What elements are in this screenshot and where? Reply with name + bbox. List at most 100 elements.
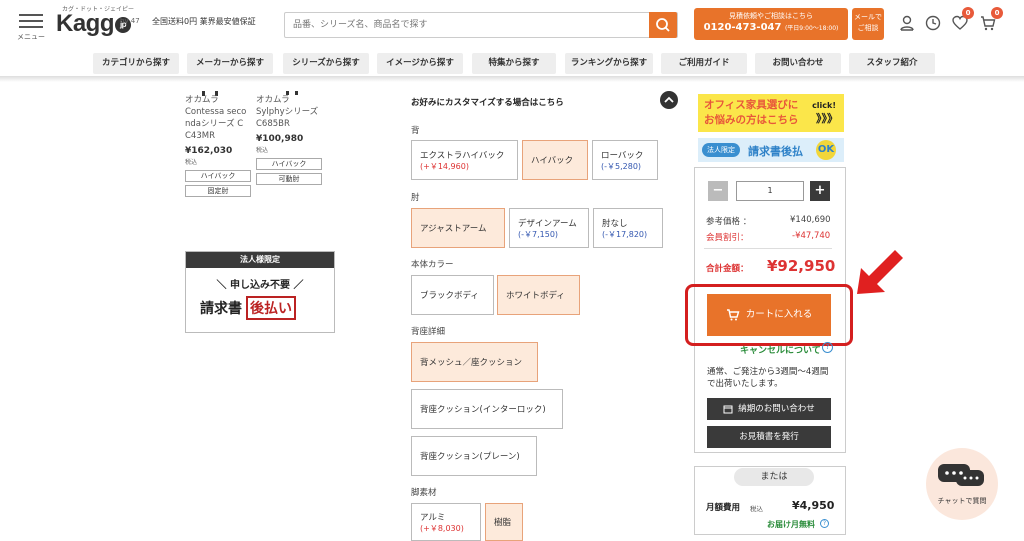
quantity-input[interactable]: 1	[736, 181, 804, 201]
nav-item-maker[interactable]: メーカーから探す	[187, 53, 273, 74]
discount-label: 会員割引：	[706, 233, 749, 243]
delivery-inquiry-button[interactable]: 納期のお問い合わせ	[707, 398, 831, 420]
option-name: 背座クッション(プレーン)	[420, 452, 520, 462]
site-header: メニュー カグ・ドット・ジェイピー Kagg jp by 47 全国送料0円 業界…	[0, 0, 1024, 48]
qty-minus-button[interactable]: −	[708, 181, 728, 201]
option-name: 背座クッション(インターロック)	[420, 405, 546, 415]
corporate-invoice-banner[interactable]: 法人様限定 ＼ 申し込み不要 ／ 請求書 後払い	[185, 251, 335, 333]
option-section-label: 肘	[411, 193, 420, 203]
ref-price-label: 参考価格 ：	[706, 217, 752, 227]
search-bar	[284, 12, 678, 38]
header-promo: 全国送料0円 業界最安値保証	[152, 17, 256, 26]
banner-text: 請求書	[200, 301, 242, 317]
issue-quote-button[interactable]: お見積書を発行	[707, 426, 831, 448]
option-cushion-plain[interactable]: 背座クッション(プレーン)	[411, 436, 537, 476]
nav-item-feature[interactable]: 特集から探す	[472, 53, 556, 74]
option-mesh-cushion[interactable]: 背メッシュ／座クッション	[411, 342, 538, 382]
add-to-cart-label: カートに入れる	[745, 309, 813, 320]
monthly-label: 月額費用	[706, 503, 741, 513]
cancel-policy-link[interactable]: キャンセルについて	[740, 343, 821, 356]
tel-number: 0120-473-047	[703, 22, 782, 33]
option-resin-leg[interactable]: 樹脂	[485, 503, 523, 541]
monthly-note: お届け月無料	[767, 520, 815, 529]
delivery-inquiry-label: 納期のお問い合わせ	[738, 404, 815, 414]
invoice-payment-banner[interactable]: 法人限定 請求書後払 OK	[698, 138, 844, 162]
option-black-body[interactable]: ブラックボディ	[411, 275, 494, 315]
option-aluminum-leg[interactable]: アルミ (+￥8,030)	[411, 503, 481, 541]
mail-consult-button[interactable]: メールで ご相談	[852, 8, 884, 40]
option-name: アジャストアーム	[420, 224, 487, 234]
option-section-label: 背座詳細	[411, 327, 446, 337]
nav-item-category[interactable]: カテゴリから探す	[93, 53, 179, 74]
invoice-ok-badge: OK	[816, 140, 836, 160]
product-tax: 税込	[185, 159, 198, 166]
chat-bubble-icon	[938, 464, 984, 486]
cart-icon	[726, 308, 740, 320]
option-high-back[interactable]: ハイバック	[522, 140, 588, 180]
option-adjust-arm[interactable]: アジャストアーム	[411, 208, 505, 248]
option-no-arm[interactable]: 肘なし (-￥17,820)	[593, 208, 663, 248]
nav-shadow	[0, 76, 1024, 82]
info-icon[interactable]: ?	[822, 342, 833, 353]
option-design-arm[interactable]: デザインアーム (-￥7,150)	[509, 208, 589, 248]
option-name: ローバック	[601, 150, 644, 161]
nav-item-series[interactable]: シリーズから探す	[283, 53, 369, 74]
product-card[interactable]: オカムラ Contessa seco ndaシリーズ C C43MR ¥162,…	[185, 94, 251, 169]
nav-item-ranking[interactable]: ランキングから探す	[565, 53, 653, 74]
nav-item-image[interactable]: イメージから探す	[377, 53, 463, 74]
search-input[interactable]	[293, 13, 643, 37]
user-icon[interactable]	[898, 14, 916, 32]
phone-contact-button[interactable]: 見積依頼やご相談はこちら 0120-473-047 (平日9:00〜18:00)	[694, 8, 848, 40]
favorite-count-badge: 0	[962, 7, 974, 19]
product-name: Sylphyシリーズ	[256, 107, 319, 117]
product-price: ¥100,980	[256, 134, 304, 144]
product-maker: オカムラ	[185, 95, 219, 105]
menu-button[interactable]: メニュー	[16, 12, 46, 41]
discount-value: -¥47,740	[792, 231, 831, 241]
nav-item-guide[interactable]: ご利用ガイド	[661, 53, 747, 74]
option-name: ブラックボディ	[420, 291, 479, 301]
tel-caption: 見積依頼やご相談はこちら	[729, 12, 813, 20]
office-banner-line2: お悩みの方はこちら	[704, 114, 799, 126]
search-button[interactable]	[649, 12, 677, 38]
product-tag: 固定肘	[185, 185, 251, 197]
pointer-arrow-icon	[857, 250, 903, 294]
product-name: C43MR	[185, 131, 215, 141]
option-name: ハイバック	[531, 156, 574, 166]
option-low-back[interactable]: ローバック (-￥5,280)	[592, 140, 658, 180]
option-name: エクストラハイバック	[420, 150, 505, 161]
qty-plus-button[interactable]: +	[810, 181, 830, 201]
option-price-diff: (-￥5,280)	[601, 161, 642, 171]
product-card[interactable]: オカムラ Sylphyシリーズ C685BR ¥100,980 税込	[256, 94, 328, 157]
option-name: デザインアーム	[518, 218, 577, 229]
history-icon[interactable]	[924, 14, 942, 32]
option-price-diff: (+￥8,030)	[420, 523, 464, 533]
chat-button[interactable]: チャットで質問	[926, 448, 998, 520]
add-to-cart-button[interactable]: カートに入れる	[707, 294, 831, 336]
option-white-body[interactable]: ホワイトボディ	[497, 275, 580, 315]
nav-item-contact[interactable]: お問い合わせ	[755, 53, 841, 74]
invoice-text: 請求書後払	[748, 145, 803, 158]
office-consult-banner[interactable]: オフィス家具選びに お悩みの方はこちら click! 》》》	[698, 94, 844, 132]
mail-line2: ご相談	[857, 24, 879, 32]
nav-item-staff[interactable]: スタッフ紹介	[849, 53, 935, 74]
product-name: C685BR	[256, 119, 290, 129]
banner-subtitle: ＼ 申し込み不要 ／	[216, 280, 304, 291]
mail-line1: メールで	[854, 13, 882, 21]
customize-title: お好みにカスタマイズする場合はこちら	[411, 98, 564, 108]
chevron-up-icon[interactable]	[660, 91, 678, 109]
product-tag: ハイバック	[256, 158, 322, 170]
shipping-note: 通常、ご発注から3週間〜4週間で出荷いたします。	[707, 367, 829, 389]
option-section-label: 脚素材	[411, 488, 437, 498]
info-icon[interactable]: ?	[820, 519, 829, 528]
option-section-label: 背	[411, 126, 420, 136]
product-tax: 税込	[256, 147, 269, 154]
option-name: 背メッシュ／座クッション	[420, 358, 523, 368]
option-extra-high-back[interactable]: エクストラハイバック (+￥14,960)	[411, 140, 518, 180]
office-banner-line1: オフィス家具選びに	[704, 99, 799, 111]
total-label: 合計金額：	[706, 264, 749, 274]
or-label: または	[734, 468, 814, 486]
option-cushion-interlock[interactable]: 背座クッション(インターロック)	[411, 389, 563, 429]
option-price-diff: (-￥17,820)	[602, 229, 648, 239]
product-name: ndaシリーズ C	[185, 119, 244, 129]
